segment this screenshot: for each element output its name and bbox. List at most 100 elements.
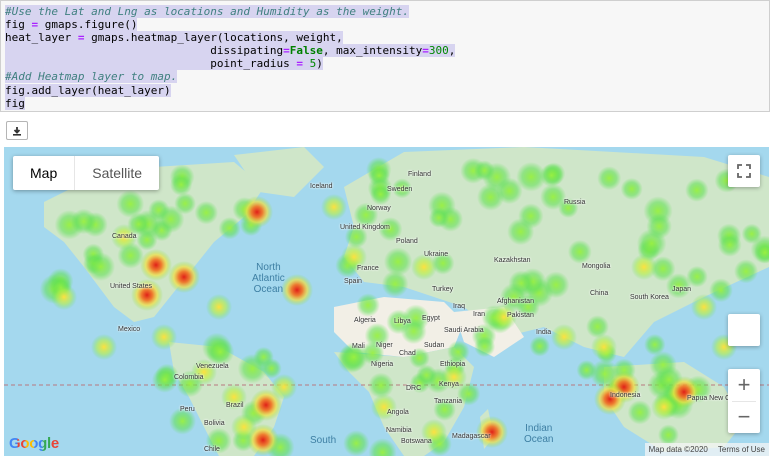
heatmap-point [476, 416, 508, 448]
heatmap-point [70, 208, 97, 235]
place-label-canada: Canada [112, 233, 137, 240]
heatmap-point [591, 334, 617, 360]
heatmap-point [86, 252, 116, 281]
map-data-attribution: Map data ©2020 [648, 445, 708, 454]
place-label-indonesia: Indonesia [610, 392, 641, 399]
code-token: gmaps.heatmap_layer(locations, weight, [84, 31, 343, 45]
gmaps-map-widget[interactable]: Iceland Finland Sweden Russia Norway United K… [4, 147, 769, 456]
place-label-drc: DRC [406, 385, 422, 392]
heatmap-point [685, 178, 709, 202]
place-label-iran: Iran [473, 311, 486, 318]
place-label-japan: Japan [672, 286, 692, 293]
place-label-peru: Peru [180, 406, 195, 413]
place-label-tanzania: Tanzania [434, 398, 463, 405]
code-line: fig [5, 96, 455, 110]
place-label-iraq: Iraq [453, 303, 466, 310]
code-line: #Add Heatmap layer to map. [5, 70, 455, 84]
place-label-mali: Mali [352, 343, 365, 350]
map-type-satellite-button[interactable]: Satellite [75, 156, 159, 190]
place-label-south-korea: South Korea [630, 294, 669, 301]
fullscreen-button[interactable] [728, 155, 760, 187]
heatmap-point [241, 196, 273, 228]
heatmap-point [253, 346, 274, 368]
ocean-label-line: Indian [525, 423, 553, 434]
place-label-algeria: Algeria [354, 317, 376, 324]
code-cell[interactable]: #Use the Lat and Lng as locations and Hu… [0, 0, 770, 112]
place-label-colombia: Colombia [174, 374, 204, 381]
place-label-bolivia: Bolivia [204, 420, 225, 427]
download-icon [13, 126, 21, 136]
street-view-pegman-button[interactable] [728, 314, 760, 346]
place-label-brazil: Brazil [226, 402, 244, 409]
place-label-mexico: Mexico [118, 326, 141, 333]
heatmap-point [247, 424, 279, 456]
code-selection: fig [5, 96, 25, 110]
code-line: dissipating=False, max_intensity=300, [5, 44, 456, 58]
code-selection: fig.add_layer(heat_layer) [5, 83, 171, 97]
ocean-label-line: Ocean [524, 434, 554, 445]
code-token: fig.add_layer(heat_layer) [5, 83, 171, 97]
place-label-norway: Norway [367, 205, 391, 212]
code-editor[interactable]: #Use the Lat and Lng as locations and Hu… [5, 5, 456, 110]
place-label-madagascar: Madagascar [452, 433, 491, 440]
place-label-spain: Spain [344, 278, 362, 285]
heatmap-point [507, 218, 535, 246]
zoom-in-button[interactable]: + [728, 369, 760, 401]
heatmap-point [206, 294, 232, 320]
heatmap-point [416, 364, 437, 386]
heatmap-point [169, 173, 193, 196]
place-label-russia: Russia [564, 199, 586, 206]
place-label-angola: Angola [387, 409, 409, 416]
ocean-label: South [310, 435, 336, 446]
code-token: dissipating [5, 44, 284, 58]
zoom-out-button[interactable]: − [728, 401, 760, 433]
terms-of-use-link[interactable]: Terms of Use [718, 445, 765, 454]
heatmap-point [529, 335, 551, 357]
heatmap-point [168, 261, 200, 293]
place-label-chile: Chile [204, 446, 220, 453]
heatmap-point [371, 394, 397, 420]
code-token: fig [5, 18, 32, 32]
google-logo-text: Google [9, 435, 59, 452]
heatmap-point [383, 247, 413, 276]
place-label-finland: Finland [408, 171, 431, 178]
heatmap-point [668, 376, 700, 408]
map-type-map-button[interactable]: Map [13, 156, 76, 190]
map-type-control[interactable]: Map Satellite [13, 156, 160, 190]
heatmap-point [474, 160, 495, 181]
place-label-chad: Chad [399, 350, 416, 357]
heatmap-point [733, 259, 759, 284]
heatmap-point [627, 400, 652, 425]
code-line: point_radius = 5) [5, 57, 455, 71]
code-line: heat_layer = gmaps.heatmap_layer(locatio… [5, 31, 455, 45]
heatmap-point [474, 336, 496, 358]
heatmap-point [476, 183, 505, 211]
code-line: fig.add_layer(heat_layer) [5, 83, 455, 97]
place-label-namibia: Namibia [386, 427, 412, 434]
place-label-niger: Niger [376, 342, 393, 349]
place-label-afghanistan: Afghanistan [497, 298, 534, 305]
code-token: point_radius [5, 57, 297, 71]
heatmap-point [140, 249, 172, 281]
download-button[interactable] [6, 121, 28, 140]
zoom-control[interactable]: + − [728, 369, 760, 433]
heatmap-point [281, 274, 313, 306]
heatmap-point [250, 389, 282, 421]
ocean-label-line: North [256, 262, 281, 273]
code-token: , [448, 44, 456, 58]
code-token: heat_layer [5, 31, 78, 45]
google-logo[interactable]: Google [9, 435, 59, 452]
map-attribution: Map data ©2020 Terms of Use [644, 443, 769, 456]
heatmap-point [91, 334, 117, 360]
place-label-india: India [536, 329, 552, 336]
code-token: = [283, 44, 290, 58]
heatmap-point [343, 430, 370, 456]
heatmap-point [644, 333, 666, 356]
ocean-label: Indian Ocean [524, 423, 553, 445]
code-selection: #Add Heatmap layer to map. [5, 70, 178, 84]
code-token: = [422, 44, 429, 58]
ocean-label: North Atlantic Ocean [252, 262, 285, 295]
code-token: #Add Heatmap layer to map. [5, 70, 178, 84]
place-label-saudi-arabia: Saudi Arabia [444, 327, 484, 334]
